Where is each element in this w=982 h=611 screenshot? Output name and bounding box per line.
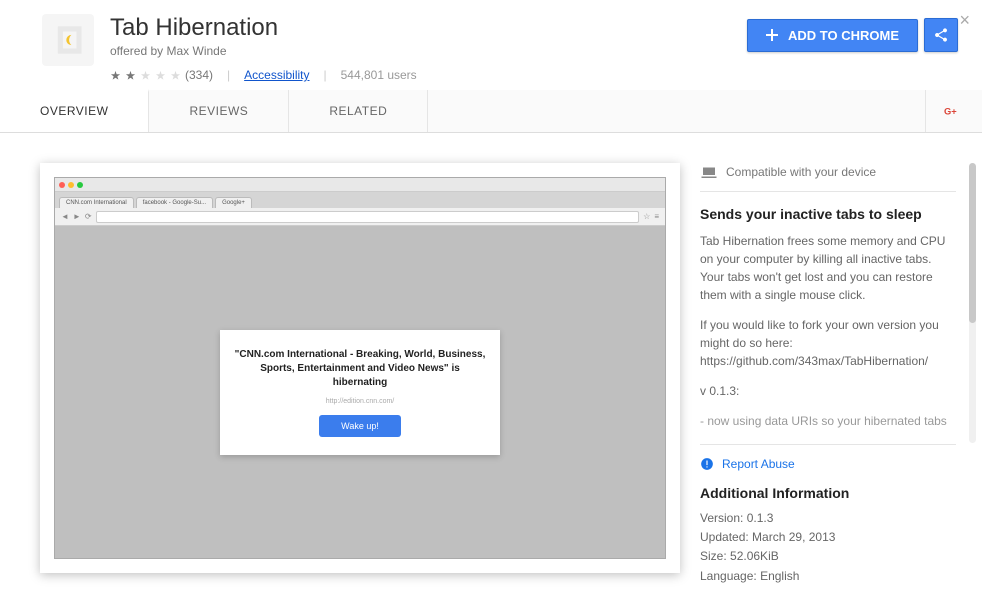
tab-related[interactable]: RELATED: [289, 90, 428, 132]
reload-icon: ⟳: [85, 212, 92, 221]
svg-text:G+: G+: [944, 106, 957, 116]
url-input: [96, 211, 640, 223]
sidebar-scrollbar[interactable]: [969, 163, 976, 443]
description-text: - now using data URIs so your hibernated…: [700, 412, 956, 430]
laptop-icon: [700, 163, 718, 181]
plus-icon: [766, 29, 778, 41]
rating-stars[interactable]: (334): [110, 68, 213, 82]
user-count: 544,801 users: [341, 68, 417, 82]
browser-tab: CNN.com International: [59, 197, 134, 208]
description-title: Sends your inactive tabs to sleep: [700, 206, 956, 222]
share-button[interactable]: [924, 18, 958, 52]
compatibility-row: Compatible with your device: [700, 163, 956, 192]
hibernate-title: "CNN.com International - Breaking, World…: [234, 348, 486, 390]
description-text: Tab Hibernation frees some memory and CP…: [700, 232, 956, 304]
accessibility-link[interactable]: Accessibility: [244, 68, 309, 82]
tab-overview[interactable]: OVERVIEW: [0, 89, 149, 132]
add-to-chrome-button[interactable]: ADD TO CHROME: [747, 19, 918, 52]
tab-bar: OVERVIEW REVIEWS RELATED G+: [0, 90, 982, 133]
description-text: v 0.1.3:: [700, 382, 956, 400]
menu-icon: ≡: [654, 212, 659, 221]
report-abuse-label: Report Abuse: [722, 457, 795, 471]
additional-info-title: Additional Information: [700, 485, 956, 501]
description-text: If you would like to fork your own versi…: [700, 316, 956, 370]
traffic-green: [77, 182, 83, 188]
info-size: Size: 52.06KiB: [700, 547, 956, 566]
compatibility-text: Compatible with your device: [726, 165, 876, 179]
nav-back-icon: ◄: [61, 212, 69, 221]
traffic-yellow: [68, 182, 74, 188]
close-button[interactable]: ×: [959, 10, 970, 31]
offered-by: offered by Max Winde: [110, 44, 747, 58]
extension-title: Tab Hibernation: [110, 14, 747, 42]
browser-url-bar: ◄ ► ⟳ ☆ ≡: [55, 208, 665, 226]
tab-reviews[interactable]: REVIEWS: [149, 90, 289, 132]
extension-icon: [42, 14, 94, 66]
browser-titlebar: [55, 178, 665, 192]
browser-tab-strip: CNN.com International facebook - Google-…: [55, 192, 665, 208]
info-language: Language: English: [700, 567, 956, 586]
share-icon: [933, 27, 949, 43]
screenshot-carousel[interactable]: CNN.com International facebook - Google-…: [40, 163, 680, 573]
browser-tab: facebook - Google-Su...: [136, 197, 213, 208]
google-plus-icon: G+: [944, 104, 964, 118]
wake-up-button: Wake up!: [319, 415, 401, 437]
report-abuse-link[interactable]: Report Abuse: [700, 444, 956, 471]
meta-row: (334) | Accessibility | 544,801 users: [110, 68, 747, 82]
info-version: Version: 0.1.3: [700, 509, 956, 528]
star-icon: ☆: [643, 212, 650, 221]
hibernate-url: http://edition.cnn.com/: [234, 398, 486, 405]
scroll-thumb[interactable]: [969, 163, 976, 323]
nav-fwd-icon: ►: [73, 212, 81, 221]
screenshot-image: CNN.com International facebook - Google-…: [54, 177, 666, 559]
rating-count: (334): [185, 68, 213, 82]
browser-viewport: "CNN.com International - Breaking, World…: [55, 226, 665, 558]
info-updated: Updated: March 29, 2013: [700, 528, 956, 547]
traffic-red: [59, 182, 65, 188]
browser-tab: Google+: [215, 197, 252, 208]
header-info: Tab Hibernation offered by Max Winde (33…: [110, 14, 747, 82]
separator: |: [324, 68, 327, 82]
header-buttons: ADD TO CHROME: [747, 18, 958, 52]
extension-header: Tab Hibernation offered by Max Winde (33…: [0, 0, 982, 90]
sidebar: Compatible with your device Sends your i…: [700, 163, 968, 590]
tab-google-plus[interactable]: G+: [925, 90, 982, 132]
content-area: CNN.com International facebook - Google-…: [0, 133, 982, 604]
hibernate-card: "CNN.com International - Breaking, World…: [220, 330, 500, 455]
alert-icon: [700, 457, 714, 471]
separator: |: [227, 68, 230, 82]
add-button-label: ADD TO CHROME: [788, 28, 899, 43]
